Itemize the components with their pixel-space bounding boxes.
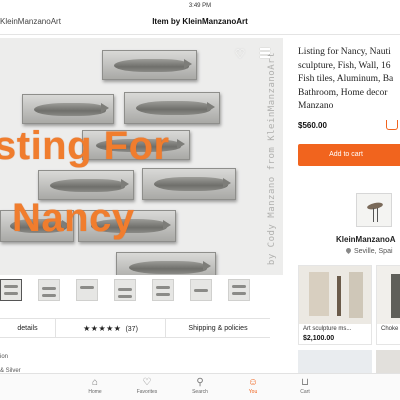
heart-icon[interactable]: ♡	[234, 48, 246, 60]
related-item-image	[377, 266, 400, 324]
person-icon: ☺	[247, 377, 259, 388]
shop-location-text: Seville, Spai	[354, 248, 393, 255]
fish-tile	[22, 94, 114, 124]
nav-you-label: You	[248, 389, 258, 395]
review-count: (37)	[125, 326, 138, 333]
top-bar: KleinManzanoArt Item by KleinManzanoArt	[0, 12, 400, 34]
related-item-card[interactable]: Choke	[376, 265, 400, 345]
nav-cart[interactable]: ⊔ Cart	[285, 376, 325, 395]
add-to-cart-button[interactable]: Add to cart	[298, 144, 400, 166]
product-image[interactable]: sting For Nancy by Cody Manzano from Kle…	[0, 38, 283, 275]
thumbnail[interactable]	[228, 279, 250, 301]
listing-title: Listing for Nancy, Nauti sculpture, Fish…	[298, 46, 400, 114]
location-pin-icon	[344, 246, 353, 255]
nav-favorites-label: Favorites	[136, 389, 158, 395]
page-title: Item by KleinManzanoArt	[152, 17, 248, 26]
thumbnail[interactable]	[0, 279, 22, 301]
overlay-text-line1: sting For	[0, 124, 170, 168]
nav-you[interactable]: ☺ You	[233, 376, 273, 395]
nav-home-label: Home	[88, 389, 102, 395]
related-item-image	[299, 266, 371, 324]
status-time: 3:49 PM	[188, 3, 212, 9]
thumbnail[interactable]	[190, 279, 212, 301]
listing-title-line: Manzano	[298, 101, 334, 111]
cart-icon: ⊔	[301, 377, 309, 388]
fish-tile	[102, 50, 197, 80]
divider	[0, 34, 400, 35]
tab-reviews[interactable]: ★★★★★ (37)	[56, 319, 166, 338]
shop-avatar[interactable]	[356, 193, 392, 227]
cart-icon	[386, 120, 398, 130]
fish-tile	[124, 92, 220, 124]
related-item-card[interactable]: Art sculpture ms... $2,100.00	[298, 265, 372, 345]
description-line: ion	[0, 354, 9, 360]
thumbnail-strip	[0, 277, 283, 305]
bird-icon	[366, 201, 384, 211]
bottom-navigation: ⌂ Home ♡ Favorites ⚲ Search ☺ You ⊔ Cart	[0, 373, 400, 400]
menu-icon[interactable]	[260, 48, 270, 58]
overlay-text-line2: Nancy	[12, 196, 135, 240]
info-tabs: details ★★★★★ (37) Shipping & policies	[0, 318, 270, 338]
listing-title-line: Bathroom, Home decor	[298, 87, 388, 98]
thumbnail[interactable]	[152, 279, 174, 301]
nav-cart-label: Cart	[300, 389, 310, 395]
thumbnail[interactable]	[114, 279, 136, 301]
related-item-image[interactable]	[376, 350, 400, 374]
heart-icon: ♡	[142, 377, 152, 388]
thumbnail[interactable]	[76, 279, 98, 301]
related-item-title: Choke	[381, 326, 399, 332]
tab-details-label: details	[17, 325, 38, 332]
screen: 3:49 PM KleinManzanoArt Item by KleinMan…	[0, 0, 400, 400]
search-icon: ⚲	[196, 377, 204, 388]
nav-search-label: Search	[192, 389, 208, 395]
listing-title-line: Listing for Nancy, Nauti	[298, 47, 391, 57]
listing-title-line: Fish tiles, Aluminum, Ba	[298, 74, 394, 84]
tab-shipping[interactable]: Shipping & policies	[166, 319, 270, 338]
nav-home[interactable]: ⌂ Home	[75, 376, 115, 395]
shop-name[interactable]: KleinManzanoA	[336, 235, 396, 244]
shop-location: Seville, Spai	[344, 246, 393, 255]
tab-details[interactable]: details	[0, 319, 56, 338]
star-rating: ★★★★★	[83, 324, 122, 333]
nav-search[interactable]: ⚲ Search	[180, 376, 220, 395]
related-item-title: Art sculpture ms...	[303, 326, 352, 332]
status-bar: 3:49 PM	[0, 0, 400, 12]
thumbnail[interactable]	[38, 279, 60, 301]
listing-title-line: sculpture, Fish, Wall, 16	[298, 60, 391, 71]
fish-tile	[116, 252, 216, 275]
related-item-image[interactable]	[298, 350, 372, 374]
price: $560.00	[298, 121, 327, 130]
home-icon: ⌂	[91, 377, 99, 388]
nav-favorites[interactable]: ♡ Favorites	[127, 376, 167, 395]
fish-tile	[142, 168, 236, 200]
image-watermark: by Cody Manzano from KleinManzanoArt	[267, 52, 277, 266]
related-item-price: $2,100.00	[303, 335, 335, 342]
tab-shipping-label: Shipping & policies	[188, 325, 248, 332]
